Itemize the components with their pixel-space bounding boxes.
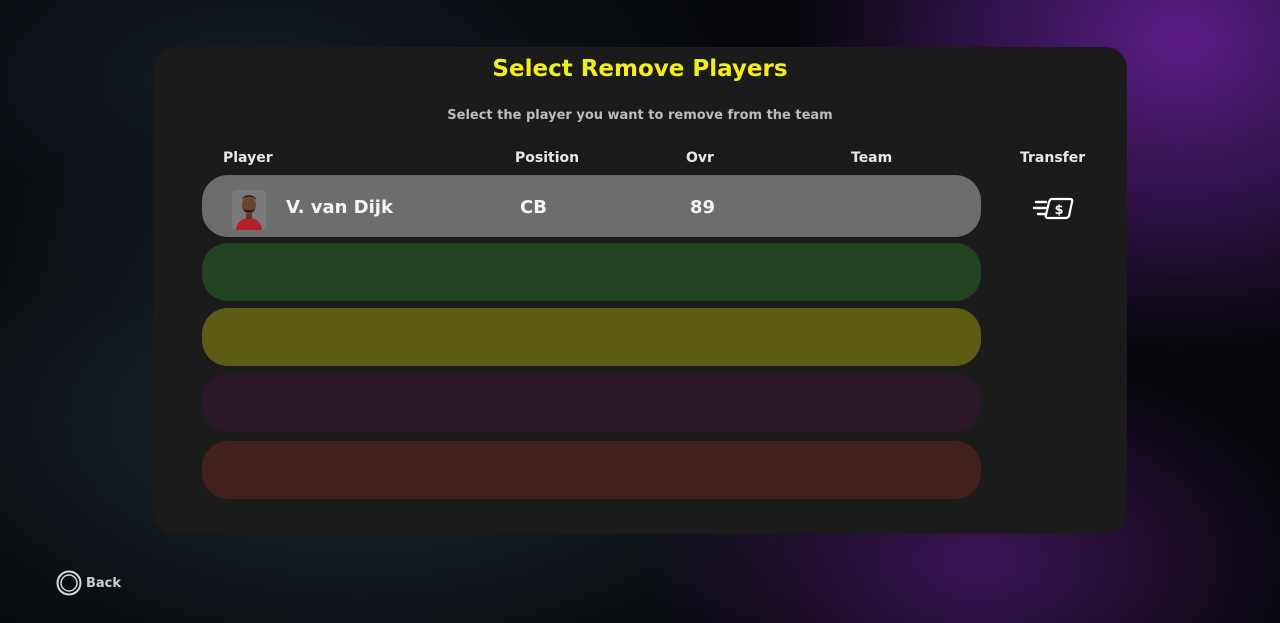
dialog-title: Select Remove Players (492, 56, 788, 82)
player-position: CB (520, 197, 547, 218)
player-ovr: 89 (690, 197, 716, 218)
transfer-button[interactable]: $ (1032, 194, 1076, 224)
empty-player-slot[interactable] (202, 308, 981, 366)
column-header-ovr: Ovr (686, 150, 714, 166)
svg-text:$: $ (1054, 203, 1063, 218)
transfer-money-icon: $ (1032, 197, 1074, 220)
empty-player-slot[interactable] (202, 243, 981, 301)
player-row[interactable]: V. van Dijk CB 89 (202, 175, 981, 237)
back-button[interactable]: Back (56, 570, 121, 596)
column-header-team: Team (851, 150, 893, 166)
column-header-position: Position (515, 150, 580, 166)
back-label: Back (86, 575, 122, 591)
circle-button-icon (56, 570, 82, 596)
player-name: V. van Dijk (286, 197, 393, 218)
player-portrait (232, 190, 266, 230)
column-header-transfer: Transfer (1020, 150, 1086, 166)
column-header-player: Player (223, 150, 273, 166)
dialog-subtitle: Select the player you want to remove fro… (447, 108, 833, 123)
empty-player-slot[interactable] (202, 374, 981, 432)
empty-player-slot[interactable] (202, 441, 981, 499)
